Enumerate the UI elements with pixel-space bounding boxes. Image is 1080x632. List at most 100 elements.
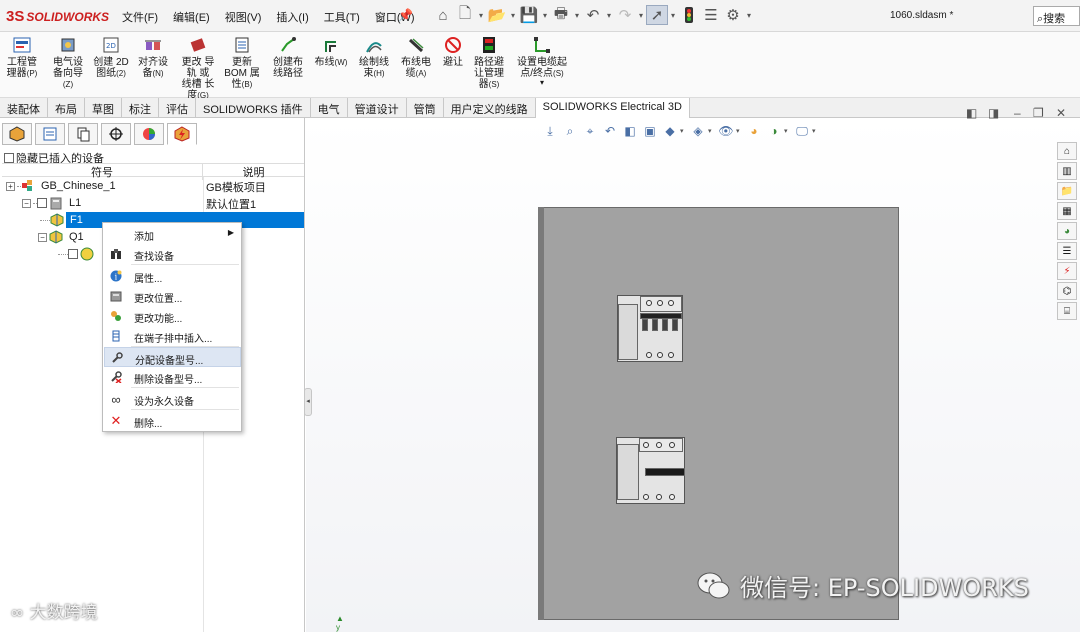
checkbox-box[interactable] <box>4 153 14 163</box>
tab-evaluate[interactable]: 评估 <box>159 98 196 118</box>
ribbon-change-rail-length-button[interactable]: 更改 导 轨 或 线槽 长 度(G) <box>176 34 220 101</box>
menu-insert[interactable]: 插入(I) <box>276 9 308 25</box>
tab-sketch[interactable]: 草图 <box>85 98 122 118</box>
open-dropdown-icon[interactable]: ▾ <box>508 11 518 20</box>
routing-library-icon[interactable]: ⌬ <box>1057 282 1077 300</box>
select-pointer-icon[interactable]: ➚ <box>646 5 668 25</box>
tree-row-location[interactable]: − L1 默认位置1 <box>2 195 304 211</box>
tab-solidworks-electrical-3d[interactable]: SOLIDWORKS Electrical 3D <box>535 98 690 119</box>
configuration-manager-tab-icon[interactable] <box>68 123 98 145</box>
previous-view-icon[interactable]: ↶ <box>600 122 620 140</box>
menu-file[interactable]: 文件(F) <box>122 9 158 25</box>
ribbon-update-bom-button[interactable]: 更新 BOM 属 性(B) <box>222 34 262 90</box>
tab-user-defined-routing[interactable]: 用户定义的线路 <box>444 98 536 118</box>
menu-item-change-function[interactable]: 更改功能... <box>104 306 241 326</box>
collapse-toggle-icon[interactable]: − <box>38 232 47 242</box>
ribbon-draw-harness-button[interactable]: 绘制线 束(H) <box>355 34 393 79</box>
ribbon-route-cables-button[interactable]: 布线电 缆(A) <box>397 34 435 79</box>
hide-show-items-icon[interactable]: 👁 <box>716 122 736 140</box>
menu-item-properties[interactable]: i 属性... <box>104 266 241 286</box>
display-style-dropdown-icon[interactable]: ▾ <box>708 127 716 135</box>
redo-dropdown-icon[interactable]: ▾ <box>636 11 646 20</box>
pin-icon[interactable]: 📌 <box>398 8 413 22</box>
edit-appearance-icon[interactable]: ◕ <box>744 122 764 140</box>
ribbon-avoidance-manager-button[interactable]: 路径避 让管理 器(S) <box>470 34 508 90</box>
select-dropdown-icon[interactable]: ▾ <box>668 11 678 20</box>
tab-solidworks-addins[interactable]: SOLIDWORKS 插件 <box>196 98 311 118</box>
save-icon[interactable]: 💾 <box>518 5 540 25</box>
cable-library-icon[interactable]: ⌸ <box>1057 302 1077 320</box>
ribbon-avoid-button[interactable]: 避让 <box>440 34 466 68</box>
view-orientation-icon[interactable]: ⤓ <box>540 122 560 140</box>
menu-item-insert-in-terminal-strip[interactable]: 在端子排中插入... <box>104 326 241 346</box>
ribbon-create-route-path-button[interactable]: 创建布 线路径 <box>268 34 308 79</box>
ribbon-device-wizard-button[interactable]: 电气设 备向导 (Z) <box>49 34 87 90</box>
minimize-icon[interactable]: – <box>1014 106 1021 120</box>
solidworks-resources-icon[interactable]: ⌂ <box>1057 142 1077 160</box>
electrical-3d-tab-icon[interactable] <box>167 123 197 145</box>
tab-electrical[interactable]: 电气 <box>311 98 348 118</box>
home-icon[interactable]: ⌂ <box>432 5 454 25</box>
tab-piping[interactable]: 管道设计 <box>348 98 407 118</box>
undo-icon[interactable]: ↶ <box>582 5 604 25</box>
solidworks-logo[interactable]: 3S SOLIDWORKS <box>6 8 109 25</box>
ribbon-cable-endpoints-button[interactable]: 设置电缆起 点/终点(S) ▾ <box>512 34 572 87</box>
design-library-icon[interactable]: ▥ <box>1057 162 1077 180</box>
ribbon-create-2d-drawing-button[interactable]: 2D 创建 2D 图纸(2) <box>91 34 131 79</box>
menu-item-set-permanent-device[interactable]: ∞ 设为永久设备 <box>104 389 241 409</box>
menu-item-delete[interactable]: ✕ 删除... <box>104 411 241 431</box>
close-icon[interactable]: ✕ <box>1056 106 1066 120</box>
dynamic-annotation-icon[interactable]: ▣ <box>640 122 660 140</box>
expand-toggle-icon[interactable]: + <box>6 181 15 191</box>
ribbon-more-dropdown-icon[interactable]: ▾ <box>540 79 544 87</box>
apply-scene-icon[interactable]: ◑ <box>764 122 784 140</box>
ribbon-route-wires-button[interactable]: 布线(W) <box>310 34 352 68</box>
scene-dropdown-icon[interactable]: ▾ <box>784 127 792 135</box>
dimxpert-tab-icon[interactable] <box>101 123 131 145</box>
ribbon-align-device-button[interactable]: 对齐设 备(N) <box>136 34 170 79</box>
display-manager-tab-icon[interactable] <box>134 123 164 145</box>
new-dropdown-icon[interactable]: ▾ <box>476 11 486 20</box>
tree-row-project[interactable]: + GB_Chinese_1 GB模板项目 <box>2 178 304 194</box>
restore-icon[interactable]: ❐ <box>1033 106 1044 120</box>
zoom-to-fit-icon[interactable]: ⌕ <box>560 122 580 140</box>
tab-assembly[interactable]: 装配体 <box>0 98 48 118</box>
electrical-3d-pane-icon[interactable]: ⚡ <box>1057 262 1077 280</box>
menu-view[interactable]: 视图(V) <box>225 9 262 25</box>
tab-tubing[interactable]: 管筒 <box>407 98 444 118</box>
feature-manager-tab-icon[interactable] <box>2 123 32 145</box>
menu-item-assign-manufacturer-part[interactable]: 分配设备型号... <box>104 347 241 367</box>
view-orientation-dropdown-icon[interactable]: ▾ <box>680 127 688 135</box>
undo-dropdown-icon[interactable]: ▾ <box>604 11 614 20</box>
redo-icon[interactable]: ↷ <box>614 5 636 25</box>
row-checkbox[interactable] <box>37 198 47 208</box>
options-gear-icon[interactable]: ⚙ <box>722 5 744 25</box>
menu-edit[interactable]: 编辑(E) <box>173 9 210 25</box>
search-input[interactable]: ⌕搜索 <box>1033 6 1080 26</box>
options-dropdown-icon[interactable]: ▾ <box>744 11 754 20</box>
file-explorer-icon[interactable]: 📁 <box>1057 182 1077 200</box>
row-checkbox[interactable] <box>68 249 78 259</box>
collapse-toggle-icon[interactable]: − <box>22 198 31 208</box>
section-view-icon[interactable]: ◧ <box>620 122 640 140</box>
tab-markup[interactable]: 标注 <box>122 98 159 118</box>
view-palette-icon[interactable]: ▦ <box>1057 202 1077 220</box>
save-dropdown-icon[interactable]: ▾ <box>540 11 550 20</box>
display-style-icon[interactable]: ◈ <box>688 122 708 140</box>
enclosure-back-plate[interactable] <box>538 207 899 620</box>
view-settings-monitor-icon[interactable]: 🖵 <box>792 122 812 140</box>
open-icon[interactable]: 📂 <box>486 5 508 25</box>
print-dropdown-icon[interactable]: ▾ <box>572 11 582 20</box>
panel-collapse-handle[interactable]: ◂ <box>304 388 312 416</box>
menu-tools[interactable]: 工具(T) <box>324 9 360 25</box>
view-settings-dropdown-icon[interactable]: ▾ <box>812 127 820 135</box>
menu-item-delete-manufacturer-part[interactable]: 删除设备型号... <box>104 367 241 387</box>
file-properties-icon[interactable]: ☰ <box>700 5 722 25</box>
menu-item-add[interactable]: 添加 ▶ <box>104 224 241 244</box>
new-document-icon[interactable]: 🗋 <box>454 5 476 25</box>
menu-item-find-device[interactable]: 查找设备 <box>104 244 241 264</box>
custom-properties-icon[interactable]: ☰ <box>1057 242 1077 260</box>
menu-item-change-location[interactable]: 更改位置... <box>104 286 241 306</box>
tile-left-icon[interactable]: ◧ <box>966 106 977 120</box>
print-icon[interactable]: 🖶 <box>550 5 572 25</box>
